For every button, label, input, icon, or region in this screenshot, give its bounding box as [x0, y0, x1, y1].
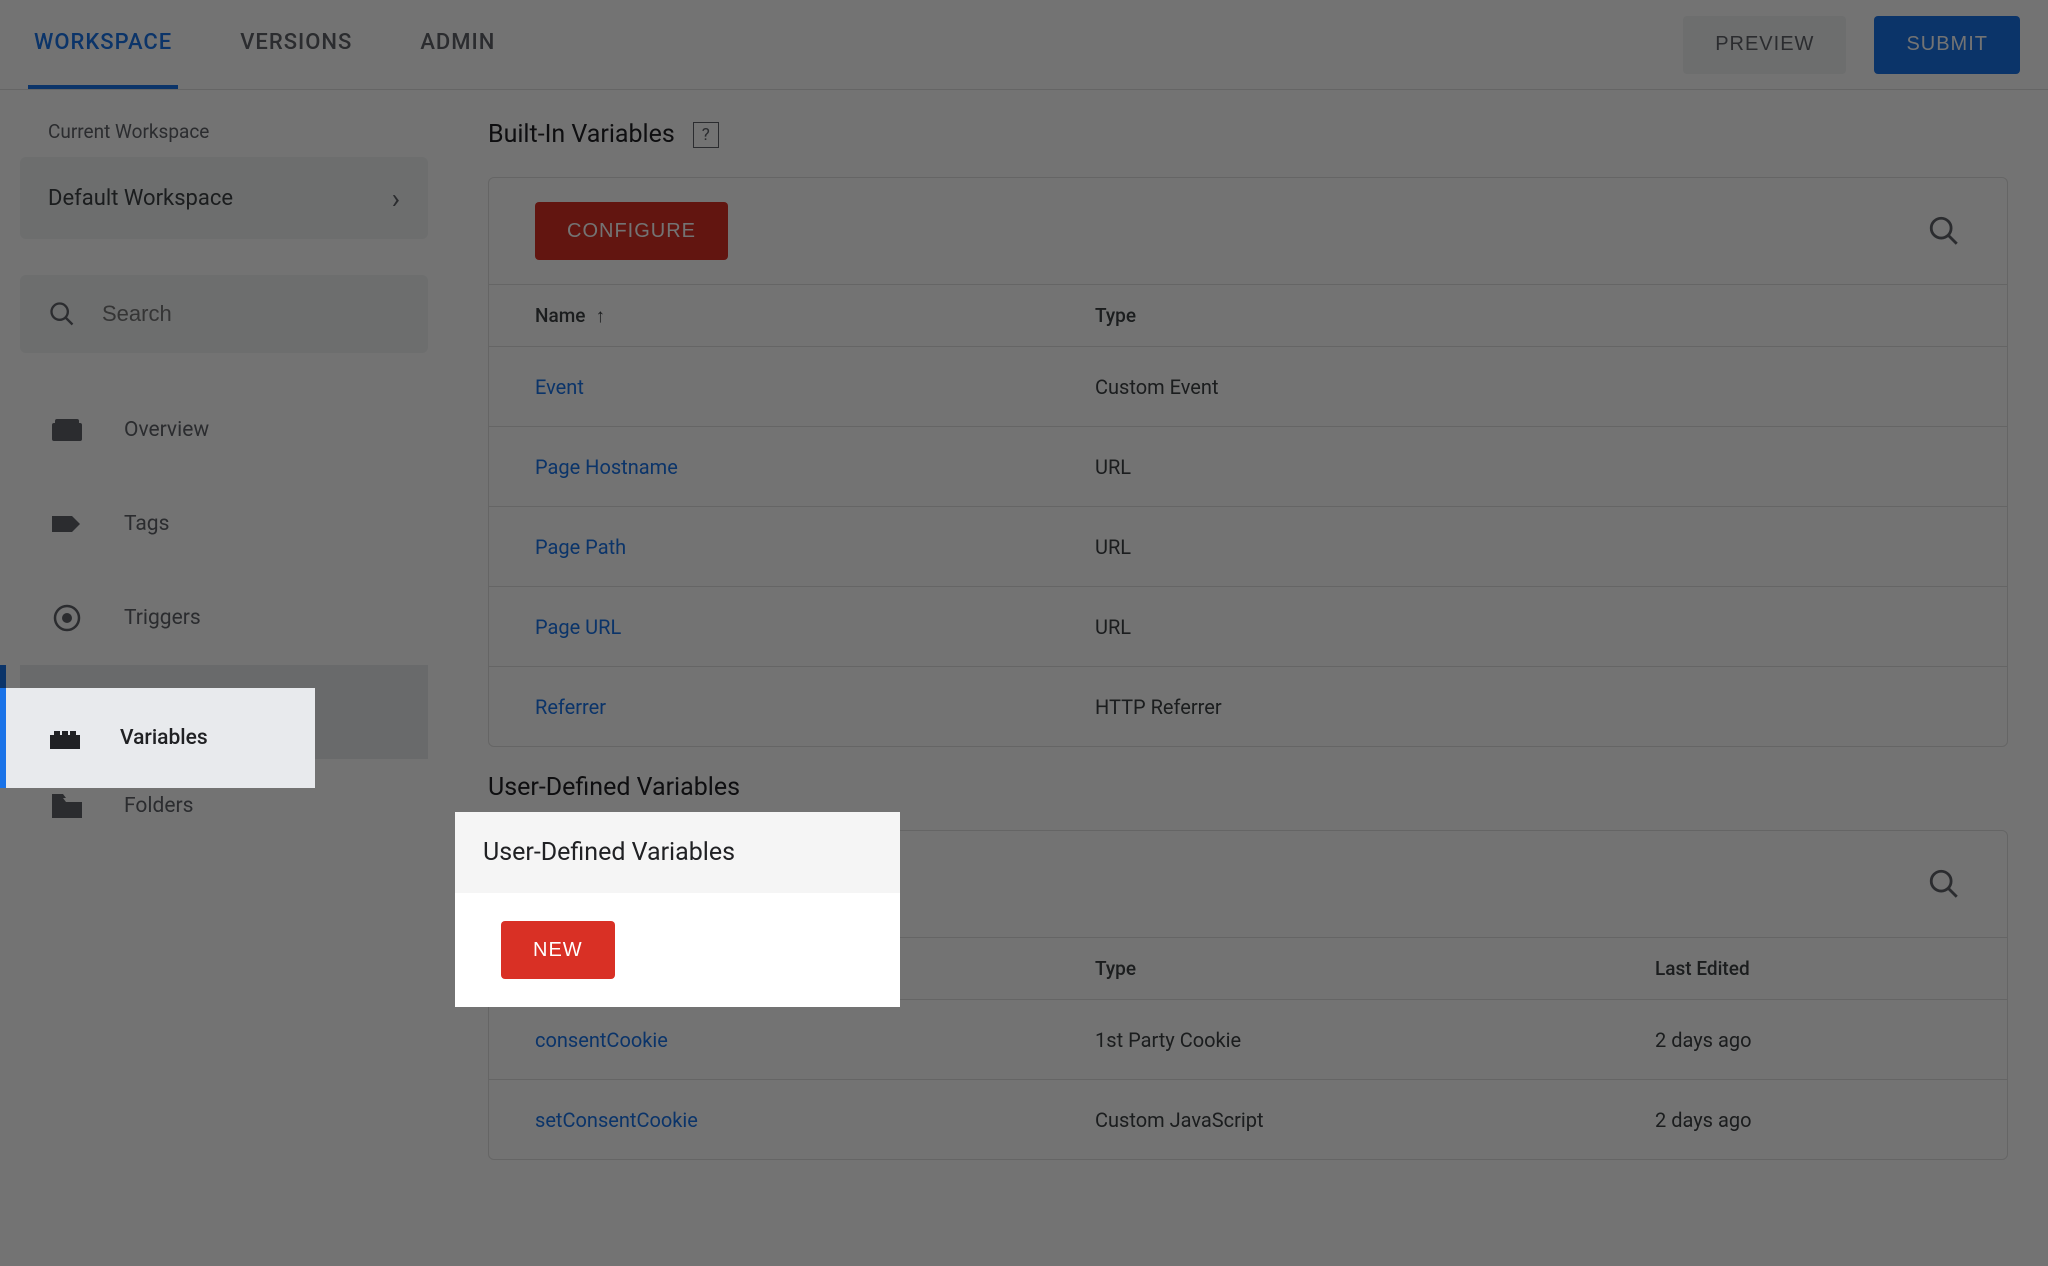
sidebar-item-overview[interactable]: Overview [20, 383, 428, 477]
column-name[interactable]: Name↑ [535, 304, 1095, 328]
sort-asc-icon: ↑ [595, 957, 605, 980]
variable-type: URL [1095, 535, 1655, 559]
table-row: Page Hostname URL [489, 426, 2007, 506]
variable-link[interactable]: Page URL [535, 615, 1095, 639]
submit-button[interactable]: SUBMIT [1874, 16, 2020, 74]
table-row: Page Path URL [489, 506, 2007, 586]
search-icon [48, 300, 76, 328]
configure-button[interactable]: CONFIGURE [535, 202, 728, 260]
table-row: Page URL URL [489, 586, 2007, 666]
tag-icon [50, 513, 84, 535]
builtin-table-header: Name↑ Type [489, 284, 2007, 346]
variable-type: Custom JavaScript [1095, 1108, 1655, 1132]
current-workspace-label: Current Workspace [20, 120, 428, 157]
sidebar-item-variables[interactable]: Variables [20, 665, 428, 759]
folder-icon [50, 794, 84, 818]
variables-icon [50, 701, 84, 723]
variable-type: HTTP Referrer [1095, 695, 1655, 719]
preview-button[interactable]: PREVIEW [1683, 16, 1846, 74]
tab-versions[interactable]: VERSIONS [234, 0, 358, 89]
userdef-section-title: User-Defined Variables [488, 773, 2008, 802]
overview-icon [50, 419, 84, 441]
variable-type: Custom Event [1095, 375, 1655, 399]
workspace-picker[interactable]: Default Workspace › [20, 157, 428, 239]
variable-link[interactable]: Page Path [535, 535, 1095, 559]
userdef-table-header: Name↑ Type Last Edited [489, 937, 2007, 999]
userdef-search-icon[interactable] [1927, 867, 1961, 901]
table-row: setConsentCookie Custom JavaScript 2 day… [489, 1079, 2007, 1159]
builtin-card: CONFIGURE Name↑ Type Event Custom Event … [488, 177, 2008, 747]
sidebar-item-label: Variables [124, 700, 212, 724]
column-name[interactable]: Name↑ [535, 957, 1095, 981]
variable-edited: 2 days ago [1655, 1028, 1961, 1052]
tab-admin[interactable]: ADMIN [414, 0, 501, 89]
builtin-search-icon[interactable] [1927, 214, 1961, 248]
column-edited[interactable]: Last Edited [1655, 957, 1961, 980]
table-row: Event Custom Event [489, 346, 2007, 426]
new-button[interactable]: NEW [535, 855, 649, 913]
variable-type: URL [1095, 455, 1655, 479]
help-icon[interactable]: ? [693, 122, 719, 148]
table-row: consentCookie 1st Party Cookie 2 days ag… [489, 999, 2007, 1079]
search-input-wrapper[interactable] [20, 275, 428, 353]
column-type[interactable]: Type [1095, 304, 1655, 327]
sidebar-item-label: Tags [124, 512, 169, 536]
sidebar-item-tags[interactable]: Tags [20, 477, 428, 571]
chevron-right-icon: › [392, 182, 400, 215]
sort-asc-icon: ↑ [595, 304, 605, 327]
sidebar-item-label: Triggers [124, 606, 201, 630]
sidebar-item-triggers[interactable]: Triggers [20, 571, 428, 665]
sidebar-item-label: Folders [124, 794, 193, 818]
variable-link[interactable]: Referrer [535, 695, 1095, 719]
userdef-card: NEW Name↑ Type Last Edited consentCookie… [488, 830, 2008, 1160]
variable-edited: 2 days ago [1655, 1108, 1961, 1132]
variable-type: URL [1095, 615, 1655, 639]
column-type[interactable]: Type [1095, 957, 1655, 980]
workspace-name: Default Workspace [48, 186, 233, 211]
search-input[interactable] [102, 301, 400, 327]
sidebar-item-label: Overview [124, 418, 209, 442]
table-row: Referrer HTTP Referrer [489, 666, 2007, 746]
trigger-icon [50, 604, 84, 632]
variable-type: 1st Party Cookie [1095, 1028, 1655, 1052]
variable-link[interactable]: consentCookie [535, 1028, 1095, 1052]
variable-link[interactable]: Page Hostname [535, 455, 1095, 479]
sidebar-item-folders[interactable]: Folders [20, 759, 428, 853]
variable-link[interactable]: Event [535, 375, 1095, 399]
builtin-section-title: Built-In Variables ? [488, 120, 2008, 149]
variable-link[interactable]: setConsentCookie [535, 1108, 1095, 1132]
tab-workspace[interactable]: WORKSPACE [28, 0, 178, 89]
